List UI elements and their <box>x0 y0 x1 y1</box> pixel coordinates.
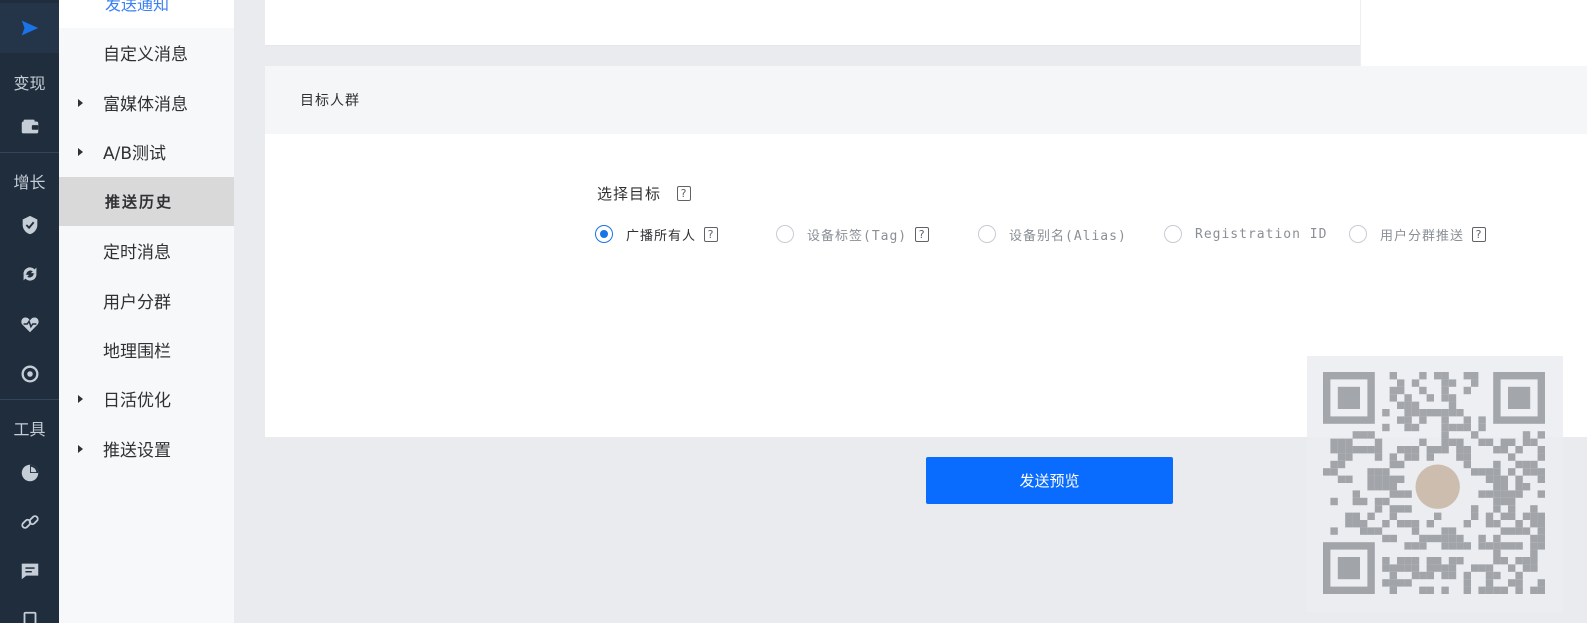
help-icon[interactable]: ? <box>1472 226 1487 242</box>
shield-icon[interactable] <box>0 200 59 250</box>
menu-item-label: 推送历史 <box>105 193 174 211</box>
rail-divider <box>0 399 59 400</box>
chat-icon[interactable] <box>0 546 59 596</box>
menu-item-label: 用户分群 <box>103 293 171 313</box>
field-label-text: 选择目标 <box>597 185 662 203</box>
target-radio-group: 广播所有人 ? 设备标签(Tag) ? 设备别名(Alias) Registra… <box>595 224 1545 244</box>
menu-item-label: 日活优化 <box>103 391 171 411</box>
submenu-header: 发送通知 <box>59 0 234 28</box>
submenu: 发送通知 自定义消息 富媒体消息 A/B测试 推送历史 定时消息 用户分群 地理… <box>59 0 234 623</box>
radio-label: 设备别名(Alias) <box>1009 228 1127 244</box>
sync-icon[interactable] <box>0 249 59 299</box>
rail-label-monetize: 变现 <box>13 74 46 93</box>
menu-item-dau-optimize[interactable]: 日活优化 <box>59 374 234 423</box>
icon-rail: 变现 增长 工具 <box>0 0 59 623</box>
radio-circle[interactable] <box>1164 225 1182 243</box>
heartbeat-icon[interactable] <box>0 299 59 349</box>
target-icon[interactable] <box>0 349 59 399</box>
help-icon[interactable]: ? <box>677 186 691 201</box>
send-preview-button[interactable]: 发送预览 <box>926 457 1173 504</box>
menu-item-segments[interactable]: 用户分群 <box>59 276 234 325</box>
document-icon[interactable] <box>0 596 59 623</box>
menu-item-push-settings[interactable]: 推送设置 <box>59 424 234 473</box>
menu-item-ab-test[interactable]: A/B测试 <box>59 127 234 176</box>
qr-code-overlay <box>1307 356 1563 612</box>
chevron-right-icon <box>78 394 83 403</box>
radio-broadcast-all[interactable]: 广播所有人 ? <box>595 224 719 244</box>
menu-item-rich-media[interactable]: 富媒体消息 <box>59 78 234 127</box>
menu-item-push-history[interactable]: 推送历史 <box>59 177 234 226</box>
card-title: 目标人群 <box>300 93 360 109</box>
menu-item-scheduled[interactable]: 定时消息 <box>59 226 234 275</box>
menu-item-label: 富媒体消息 <box>103 95 188 115</box>
chevron-right-icon <box>78 444 83 453</box>
pie-chart-icon[interactable] <box>0 448 59 498</box>
qr-code-image <box>1323 372 1545 594</box>
menu-item-label: 地理围栏 <box>103 342 171 362</box>
radio-user-segment[interactable]: 用户分群推送 ? <box>1349 224 1487 244</box>
rail-label-tools: 工具 <box>13 420 46 439</box>
radio-device-tag[interactable]: 设备标签(Tag) ? <box>776 224 930 244</box>
radio-circle[interactable] <box>776 225 794 243</box>
rail-divider <box>0 152 59 153</box>
chevron-right-icon <box>78 98 83 107</box>
radio-label: 设备标签(Tag) <box>807 228 908 244</box>
radio-device-alias[interactable]: 设备别名(Alias) <box>978 224 1127 244</box>
card-header: 目标人群 <box>265 66 1587 134</box>
radio-registration-id[interactable]: Registration ID <box>1164 224 1327 244</box>
menu-item-label: 自定义消息 <box>103 45 188 65</box>
menu-item-custom-message[interactable]: 自定义消息 <box>59 28 234 77</box>
radio-label: 广播所有人 <box>626 228 697 244</box>
radio-circle[interactable] <box>978 225 996 243</box>
send-icon[interactable] <box>0 3 59 53</box>
menu-item-label: 定时消息 <box>103 243 171 263</box>
radio-label: Registration ID <box>1195 226 1328 242</box>
help-icon[interactable]: ? <box>915 226 930 242</box>
link-icon[interactable] <box>0 497 59 547</box>
radio-circle[interactable] <box>1349 225 1367 243</box>
breadcrumb[interactable]: 发送通知 <box>105 0 169 15</box>
chevron-right-icon <box>78 147 83 156</box>
wallet-icon[interactable] <box>0 102 59 152</box>
floating-panel <box>1360 0 1587 72</box>
menu-item-label: A/B测试 <box>103 144 167 164</box>
radio-circle[interactable] <box>595 225 613 243</box>
menu-item-label: 推送设置 <box>103 441 171 461</box>
help-icon[interactable]: ? <box>704 226 719 242</box>
select-target-label: 选择目标 ? <box>597 183 691 204</box>
menu-item-geofence[interactable]: 地理围栏 <box>59 325 234 374</box>
rail-label-growth: 增长 <box>13 173 46 192</box>
radio-label: 用户分群推送 <box>1380 228 1465 244</box>
